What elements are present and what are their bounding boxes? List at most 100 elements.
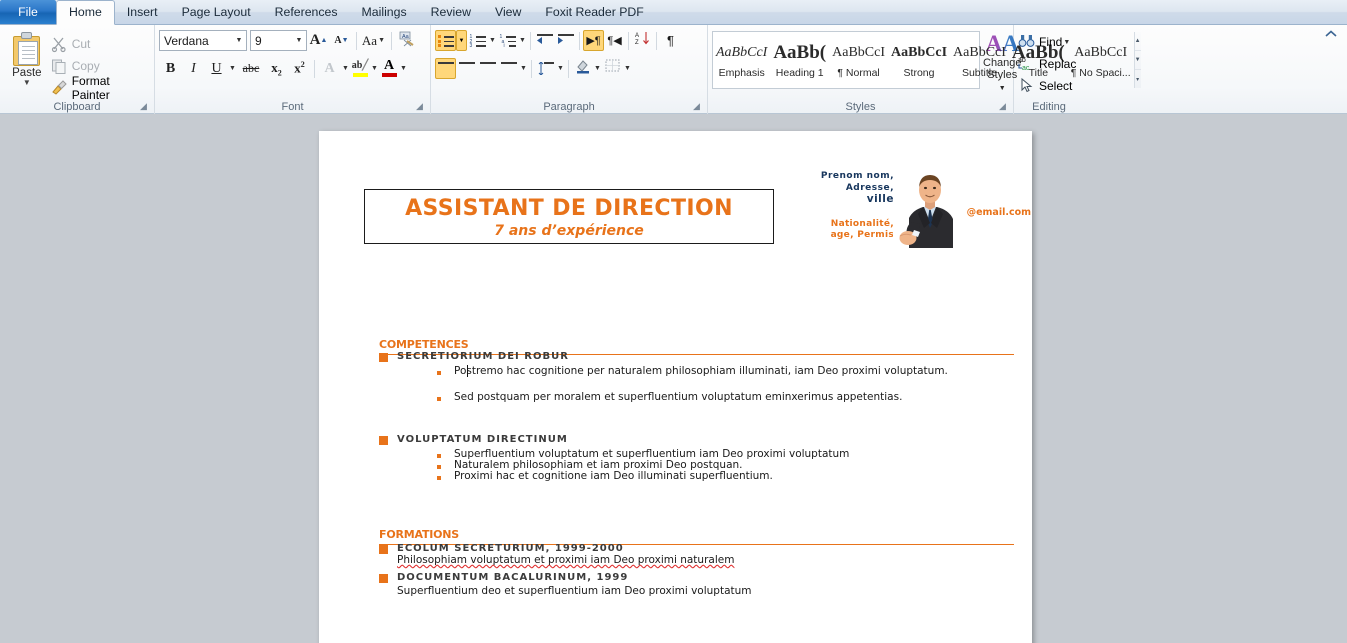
cv-title: ASSISTANT DE DIRECTION — [405, 196, 733, 221]
cv-title-box[interactable]: ASSISTANT DE DIRECTION 7 ans d’expérienc… — [364, 189, 774, 244]
show-marks-button[interactable]: ¶ — [660, 30, 681, 51]
grow-font-icon: A — [309, 32, 321, 48]
decrease-indent-button[interactable] — [534, 30, 555, 51]
portrait-photo[interactable] — [893, 170, 967, 248]
format-painter-button[interactable]: Format Painter — [50, 74, 150, 102]
round-bullet-icon — [437, 371, 441, 375]
line-spacing-icon — [538, 62, 554, 75]
align-right-button[interactable] — [477, 58, 498, 79]
justify-dropdown-icon[interactable]: ▼ — [519, 65, 528, 72]
styles-scroll-down-icon[interactable]: ▼ — [1134, 51, 1141, 70]
text-effects-button[interactable]: A — [318, 58, 341, 80]
font-name-input[interactable]: Verdana ▼ — [159, 30, 247, 51]
borders-button[interactable] — [602, 58, 623, 79]
tab-file[interactable]: File — [0, 0, 56, 24]
borders-dropdown-icon[interactable]: ▼ — [623, 65, 632, 72]
cursor-arrow-icon — [1018, 77, 1036, 95]
ltr-direction-button[interactable]: ▶¶ — [583, 30, 604, 51]
style-preview: AaBbCcI — [716, 44, 768, 60]
numbering-dropdown-icon[interactable]: ▼ — [488, 37, 497, 44]
multilevel-list-dropdown-icon[interactable]: ▼ — [518, 37, 527, 44]
superscript-button[interactable]: x2 — [288, 58, 311, 80]
text-effects-dropdown-icon[interactable]: ▼ — [341, 65, 350, 72]
styles-dialog-launcher-icon[interactable]: ◢ — [999, 101, 1010, 112]
italic-button[interactable]: I — [182, 58, 205, 80]
font-dialog-launcher-icon[interactable]: ◢ — [416, 101, 427, 112]
style-item-heading-1[interactable]: AaBb( Heading 1 — [770, 32, 829, 88]
shrink-font-icon: A — [334, 35, 342, 46]
line-spacing-dropdown-icon[interactable]: ▼ — [556, 65, 565, 72]
shrink-font-button[interactable]: A ▼ — [330, 30, 353, 52]
style-preview: AaBb( — [773, 41, 827, 63]
ribbon-tab-strip: File Home Insert Page Layout References … — [0, 0, 1347, 25]
find-button[interactable]: Find ▼ — [1018, 31, 1080, 53]
style-name: Strong — [903, 66, 935, 79]
line-spacing-button[interactable] — [535, 58, 556, 79]
find-dropdown-icon[interactable]: ▼ — [1062, 39, 1071, 46]
formation-description-1: Philosophiam voluptatum et proximi iam D… — [397, 554, 735, 566]
style-item-subtitle[interactable]: AaBbCcI Subtitle — [950, 32, 1009, 88]
tab-references[interactable]: References — [263, 0, 350, 24]
increase-indent-button[interactable] — [555, 30, 576, 51]
align-left-button[interactable] — [435, 58, 456, 79]
clear-formatting-button[interactable]: Aa — [395, 30, 418, 52]
change-case-icon: Aa — [361, 32, 378, 48]
underline-icon: U — [211, 60, 222, 76]
styles-gallery: AaBbCcI Emphasis AaBb( Heading 1 AaBbCcI… — [712, 31, 1141, 89]
highlight-dropdown-icon[interactable]: ▼ — [370, 65, 379, 72]
tab-foxit-reader-pdf[interactable]: Foxit Reader PDF — [533, 0, 655, 24]
collapse-ribbon-icon[interactable] — [1323, 28, 1339, 44]
replace-button[interactable]: ab ac Replac — [1018, 53, 1080, 75]
sort-button[interactable]: AZ — [632, 30, 653, 51]
subheading-voluptatum: VOLUPTATUM DIRECTINUM — [397, 434, 568, 445]
cut-button[interactable]: Cut — [50, 33, 150, 55]
numbering-button[interactable]: 1 2 3 — [467, 30, 488, 51]
subscript-button[interactable]: x2 — [265, 58, 288, 80]
select-button[interactable]: Select — [1018, 75, 1080, 97]
tab-home[interactable]: Home — [56, 0, 115, 25]
style-item-strong[interactable]: AaBbCcI Strong — [888, 32, 950, 88]
bullets-dropdown-icon[interactable]: ▼ — [456, 30, 467, 51]
competence-bullet-2: Sed postquam per moralem et superfluenti… — [454, 391, 903, 403]
styles-more-icon[interactable]: ▾ — [1135, 70, 1141, 88]
bold-button[interactable]: B — [159, 58, 182, 80]
decrease-indent-icon — [536, 34, 553, 47]
align-center-button[interactable] — [456, 58, 477, 79]
paragraph-dialog-launcher-icon[interactable]: ◢ — [693, 101, 704, 112]
font-color-button[interactable]: A — [379, 58, 399, 80]
group-clipboard: Paste ▼ Cut Copy Format Painter Clipboar… — [0, 25, 155, 114]
strikethrough-button[interactable]: abc — [237, 58, 265, 80]
font-size-input[interactable]: 9 ▼ — [250, 30, 307, 51]
subheading-documentum: DOCUMENTUM BACALURINUM, 1999 — [397, 572, 629, 583]
style-item-emphasis[interactable]: AaBbCcI Emphasis — [713, 32, 770, 88]
justify-button[interactable] — [498, 58, 519, 79]
font-color-dropdown-icon[interactable]: ▼ — [399, 65, 408, 72]
tab-mailings[interactable]: Mailings — [350, 0, 419, 24]
clipboard-dialog-launcher-icon[interactable]: ◢ — [140, 101, 151, 112]
shading-button[interactable] — [572, 58, 593, 79]
rtl-direction-button[interactable]: ¶◀ — [604, 30, 625, 51]
document-canvas[interactable]: ASSISTANT DE DIRECTION 7 ans d’expérienc… — [0, 115, 1347, 643]
shading-dropdown-icon[interactable]: ▼ — [593, 65, 602, 72]
bullets-button[interactable] — [435, 30, 456, 51]
tab-review[interactable]: Review — [419, 0, 483, 24]
contact-block[interactable]: Prenom nom, Adresse, ville Nationalité, … — [807, 171, 897, 242]
group-label-styles: Styles — [845, 101, 876, 113]
paste-dropdown-icon[interactable]: ▼ — [23, 79, 31, 87]
change-case-button[interactable]: Aa ▼ — [360, 30, 388, 52]
styles-scroll-up-icon[interactable]: ▲ — [1134, 32, 1141, 51]
font-size-dropdown-icon[interactable]: ▼ — [292, 37, 306, 44]
multilevel-list-button[interactable]: 1 a i — [497, 30, 518, 51]
underline-button[interactable]: U — [205, 58, 228, 80]
tab-insert[interactable]: Insert — [115, 0, 170, 24]
underline-dropdown-icon[interactable]: ▼ — [228, 65, 237, 72]
font-name-dropdown-icon[interactable]: ▼ — [232, 37, 246, 44]
styles-gallery-scrollbar[interactable]: ▲ ▼ ▾ — [1133, 32, 1141, 88]
grow-font-button[interactable]: A ▲ — [307, 30, 330, 52]
document-page[interactable]: ASSISTANT DE DIRECTION 7 ans d’expérienc… — [319, 131, 1032, 643]
replace-label: Replac — [1039, 57, 1077, 71]
tab-page-layout[interactable]: Page Layout — [170, 0, 263, 24]
highlight-color-button[interactable]: ab╱ — [350, 58, 370, 80]
style-item-normal[interactable]: AaBbCcI ¶ Normal — [829, 32, 888, 88]
tab-view[interactable]: View — [483, 0, 533, 24]
